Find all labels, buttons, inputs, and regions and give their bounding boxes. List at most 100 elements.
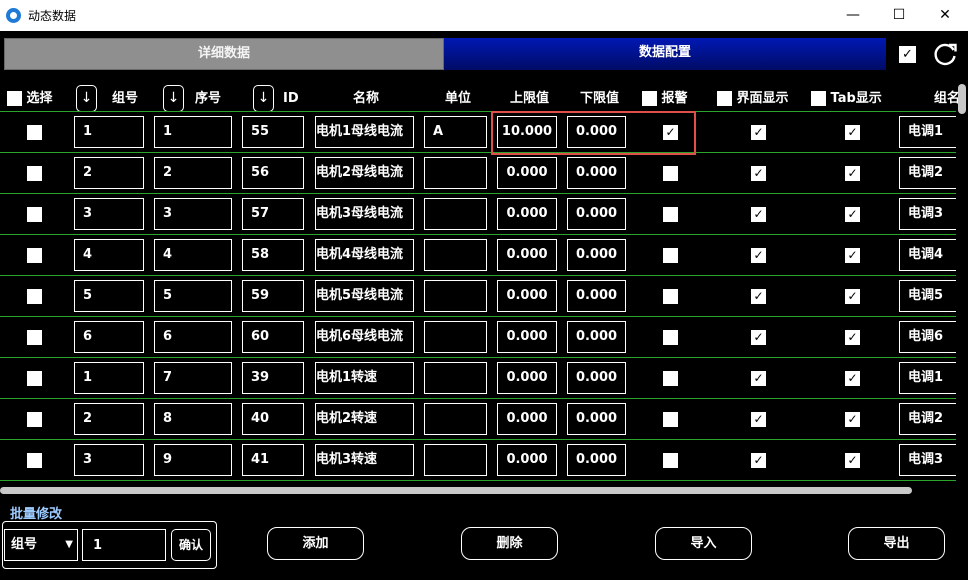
row-select-checkbox[interactable] [27,166,42,181]
ui-display-checkbox[interactable]: ✓ [751,125,766,140]
group-name-field[interactable]: 电调3 [899,198,956,230]
unit-field[interactable] [424,239,487,271]
ui-display-checkbox[interactable]: ✓ [751,453,766,468]
name-field[interactable]: 电机4母线电流 [315,239,414,271]
name-field[interactable]: 电机1母线电流 [315,116,414,148]
ui-display-checkbox[interactable]: ✓ [751,371,766,386]
unit-field[interactable] [424,362,487,394]
export-button[interactable]: 导出 [848,527,945,560]
id-field[interactable]: 55 [242,116,304,148]
alarm-checkbox[interactable] [663,371,678,386]
upper-limit-field[interactable]: 0.000 [497,444,557,476]
batch-value-input[interactable] [82,529,166,561]
tab-detail-data[interactable]: 详细数据 [4,38,444,70]
group-field[interactable]: 1 [74,362,144,394]
alarm-checkbox[interactable] [663,453,678,468]
name-field[interactable]: 电机3转速 [315,444,414,476]
tab-display-checkbox[interactable]: ✓ [845,330,860,345]
lower-limit-field[interactable]: 0.000 [567,444,626,476]
toolbar-checkbox[interactable]: ✓ [899,46,916,63]
group-field[interactable]: 1 [74,116,144,148]
unit-field[interactable] [424,157,487,189]
unit-field[interactable]: A [424,116,487,148]
unit-field[interactable] [424,403,487,435]
group-name-field[interactable]: 电调6 [899,321,956,353]
id-field[interactable]: 56 [242,157,304,189]
add-button[interactable]: 添加 [267,527,364,560]
group-name-field[interactable]: 电调1 [899,362,956,394]
id-field[interactable]: 58 [242,239,304,271]
upper-limit-field[interactable]: 0.000 [497,321,557,353]
ui-display-checkbox[interactable]: ✓ [751,330,766,345]
ui-display-checkbox[interactable]: ✓ [751,412,766,427]
upper-limit-field[interactable]: 0.000 [497,239,557,271]
sort-seq-button[interactable]: ↓ [163,85,184,112]
name-field[interactable]: 电机1转速 [315,362,414,394]
lower-limit-field[interactable]: 0.000 [567,198,626,230]
maximize-button[interactable]: ☐ [876,0,922,31]
ui-display-checkbox[interactable]: ✓ [751,207,766,222]
id-field[interactable]: 57 [242,198,304,230]
row-select-checkbox[interactable] [27,248,42,263]
seq-field[interactable]: 7 [154,362,232,394]
row-select-checkbox[interactable] [27,125,42,140]
upper-limit-field[interactable]: 0.000 [497,157,557,189]
lower-limit-field[interactable]: 0.000 [567,403,626,435]
seq-field[interactable]: 4 [154,239,232,271]
seq-field[interactable]: 5 [154,280,232,312]
batch-field-select[interactable]: 组号 ▼ [4,529,78,561]
group-name-field[interactable]: 电调4 [899,239,956,271]
refresh-icon[interactable] [932,41,959,68]
group-field[interactable]: 6 [74,321,144,353]
horizontal-scrollbar[interactable] [0,487,912,494]
ui-display-all-checkbox[interactable] [717,91,732,106]
alarm-checkbox[interactable] [663,248,678,263]
row-select-checkbox[interactable] [27,330,42,345]
row-select-checkbox[interactable] [27,371,42,386]
name-field[interactable]: 电机3母线电流 [315,198,414,230]
select-all-checkbox[interactable] [7,91,22,106]
ui-display-checkbox[interactable]: ✓ [751,166,766,181]
upper-limit-field[interactable]: 0.000 [497,198,557,230]
upper-limit-field[interactable]: 0.000 [497,403,557,435]
tab-display-checkbox[interactable]: ✓ [845,166,860,181]
import-button[interactable]: 导入 [655,527,752,560]
unit-field[interactable] [424,198,487,230]
group-field[interactable]: 2 [74,403,144,435]
id-field[interactable]: 39 [242,362,304,394]
seq-field[interactable]: 6 [154,321,232,353]
confirm-button[interactable]: 确认 [171,529,211,561]
vertical-scrollbar[interactable] [958,84,966,114]
seq-field[interactable]: 8 [154,403,232,435]
group-field[interactable]: 5 [74,280,144,312]
upper-limit-field[interactable]: 0.000 [497,280,557,312]
alarm-checkbox[interactable] [663,412,678,427]
name-field[interactable]: 电机2母线电流 [315,157,414,189]
tab-display-checkbox[interactable]: ✓ [845,125,860,140]
alarm-checkbox[interactable] [663,166,678,181]
group-field[interactable]: 3 [74,444,144,476]
lower-limit-field[interactable]: 0.000 [567,321,626,353]
lower-limit-field[interactable]: 0.000 [567,362,626,394]
delete-button[interactable]: 删除 [461,527,558,560]
unit-field[interactable] [424,444,487,476]
alarm-checkbox[interactable] [663,289,678,304]
tab-display-checkbox[interactable]: ✓ [845,248,860,263]
seq-field[interactable]: 9 [154,444,232,476]
tab-display-checkbox[interactable]: ✓ [845,289,860,304]
unit-field[interactable] [424,280,487,312]
sort-group-button[interactable]: ↓ [76,85,97,112]
tab-display-checkbox[interactable]: ✓ [845,453,860,468]
group-name-field[interactable]: 电调2 [899,157,956,189]
name-field[interactable]: 电机6母线电流 [315,321,414,353]
lower-limit-field[interactable]: 0.000 [567,280,626,312]
row-select-checkbox[interactable] [27,207,42,222]
lower-limit-field[interactable]: 0.000 [567,239,626,271]
tab-display-all-checkbox[interactable] [811,91,826,106]
name-field[interactable]: 电机2转速 [315,403,414,435]
id-field[interactable]: 41 [242,444,304,476]
close-button[interactable]: ✕ [922,0,968,31]
alarm-all-checkbox[interactable] [642,91,657,106]
seq-field[interactable]: 3 [154,198,232,230]
ui-display-checkbox[interactable]: ✓ [751,248,766,263]
